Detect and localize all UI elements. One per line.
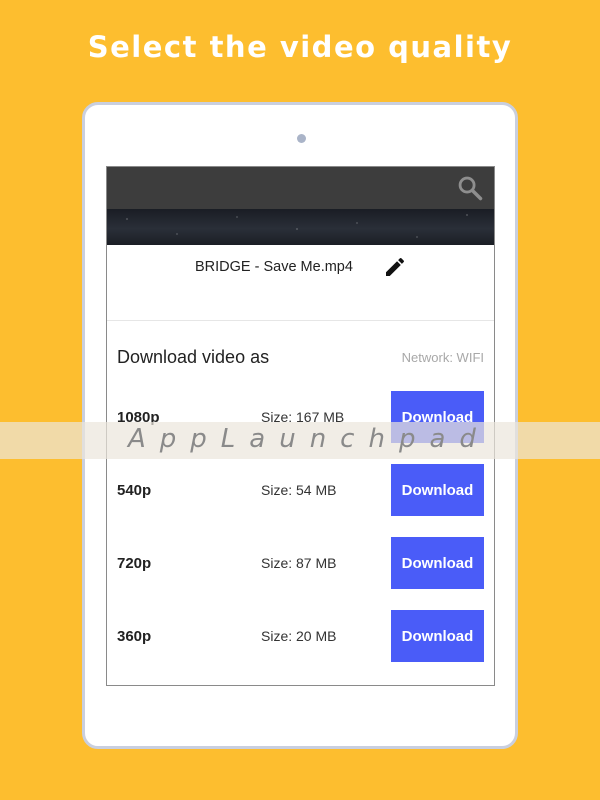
file-name: BRIDGE - Save Me.mp4 (195, 259, 353, 275)
watermark-band: AppLaunchpad (0, 422, 600, 459)
tablet-camera (297, 134, 306, 143)
download-button-360p[interactable]: Download (391, 610, 484, 662)
search-button[interactable] (456, 174, 484, 202)
quality-row-360p: 360p Size: 20 MB Download (107, 610, 494, 664)
edit-filename-button[interactable] (383, 255, 407, 279)
headline: Select the video quality (87, 30, 513, 64)
download-button-720p[interactable]: Download (391, 537, 484, 589)
pencil-icon (386, 257, 405, 276)
file-name-row: BRIDGE - Save Me.mp4 (107, 245, 494, 321)
download-section-title: Download video as (117, 347, 270, 367)
quality-label: 360p (117, 628, 152, 645)
quality-row-720p: 720p Size: 87 MB Download (107, 537, 494, 591)
download-button-540p[interactable]: Download (391, 464, 484, 516)
network-status: Network: WIFI (401, 350, 484, 365)
file-size: Size: 87 MB (261, 555, 337, 571)
file-size: Size: 54 MB (261, 482, 337, 498)
search-icon (458, 176, 483, 201)
quality-row-540p: 540p Size: 54 MB Download (107, 464, 494, 518)
video-thumbnail-banner (107, 209, 494, 245)
quality-label: 720p (117, 555, 152, 572)
watermark-text: AppLaunchpad (128, 424, 490, 454)
file-size: Size: 20 MB (261, 628, 337, 644)
quality-label: 540p (117, 482, 152, 499)
app-bar (107, 167, 494, 209)
